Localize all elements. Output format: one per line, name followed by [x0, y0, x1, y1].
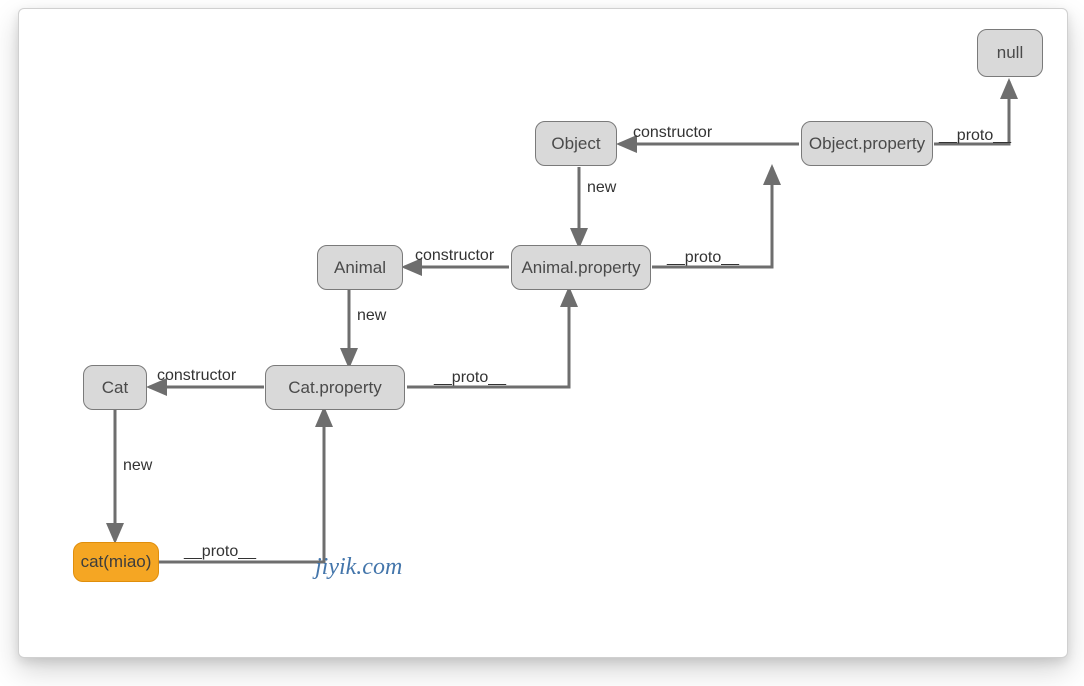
node-cat-label: Cat: [102, 378, 128, 398]
edge-label-proto-null: __proto__: [939, 127, 1011, 145]
node-cat: Cat: [83, 365, 147, 410]
node-animal-property-label: Animal.property: [521, 258, 640, 278]
edge-label-proto-cat: __proto__: [184, 543, 256, 561]
edge-label-constructor-object: constructor: [633, 124, 712, 142]
node-cat-property: Cat.property: [265, 365, 405, 410]
node-animal-property: Animal.property: [511, 245, 651, 290]
edge-label-new-object: new: [587, 179, 616, 197]
node-null: null: [977, 29, 1043, 77]
edge-label-constructor-animal: constructor: [415, 247, 494, 265]
diagram-canvas: null Object Object.property Animal Anima…: [18, 8, 1068, 658]
edge-label-proto-animal: __proto__: [434, 369, 506, 387]
node-cat-property-label: Cat.property: [288, 378, 382, 398]
arrows-layer: [19, 9, 1067, 657]
node-animal-label: Animal: [334, 258, 386, 278]
edge-label-constructor-cat: constructor: [157, 367, 236, 385]
edge-label-new-animal: new: [357, 307, 386, 325]
watermark-text: jiyik.com: [315, 554, 402, 581]
node-null-label: null: [997, 43, 1023, 63]
edge-label-proto-object: __proto__: [667, 249, 739, 267]
node-object: Object: [535, 121, 617, 166]
node-object-property: Object.property: [801, 121, 933, 166]
node-cat-instance: cat(miao): [73, 542, 159, 582]
node-cat-instance-label: cat(miao): [81, 552, 152, 572]
edge-label-new-cat: new: [123, 457, 152, 475]
node-animal: Animal: [317, 245, 403, 290]
node-object-property-label: Object.property: [809, 134, 925, 154]
node-object-label: Object: [551, 134, 600, 154]
